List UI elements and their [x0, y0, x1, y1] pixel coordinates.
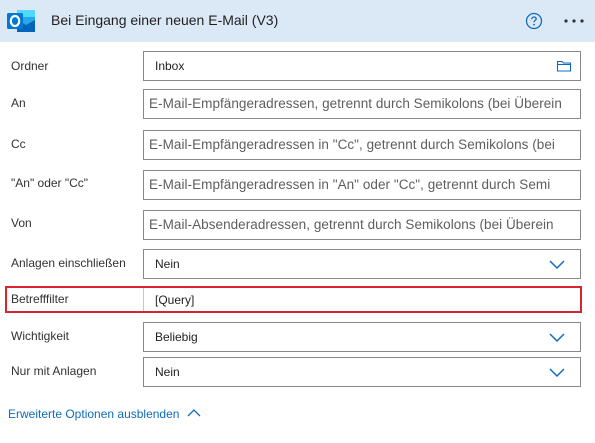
include-attachments-dropdown[interactable]: Nein: [143, 249, 581, 279]
cc-field[interactable]: E-Mail-Empfängeradressen in "Cc", getren…: [143, 130, 581, 160]
cc-placeholder: E-Mail-Empfängeradressen in "Cc", getren…: [149, 137, 555, 152]
hide-advanced-options-link[interactable]: Erweiterte Optionen ausblenden: [8, 407, 179, 421]
header-title: Bei Eingang einer neuen E-Mail (V3): [51, 12, 279, 28]
chevron-down-icon: [549, 333, 565, 343]
to-placeholder: E-Mail-Empfängeradressen, getrennt durch…: [149, 96, 562, 111]
folder-field[interactable]: Inbox: [143, 51, 581, 81]
chevron-up-icon[interactable]: [187, 408, 201, 418]
to-field[interactable]: E-Mail-Empfängeradressen, getrennt durch…: [143, 89, 581, 119]
include-attachments-value: Nein: [155, 257, 180, 271]
chevron-down-icon: [549, 368, 565, 378]
label-only-with-attachments: Nur mit Anlagen: [11, 364, 97, 378]
folder-icon[interactable]: [556, 58, 572, 74]
to-or-cc-field[interactable]: E-Mail-Empfängeradressen in "An" oder "C…: [143, 170, 581, 200]
chevron-down-icon: [549, 260, 565, 270]
card-header[interactable]: Bei Eingang einer neuen E-Mail (V3): [0, 0, 595, 42]
outlook-logo: [7, 10, 35, 32]
only-with-attachments-dropdown[interactable]: Nein: [143, 357, 581, 387]
only-with-attachments-value: Nein: [155, 365, 180, 379]
label-importance: Wichtigkeit: [11, 329, 70, 343]
label-an: An: [11, 96, 26, 110]
subject-filter-field[interactable]: [Query]: [143, 286, 581, 313]
subject-filter-value: [Query]: [155, 293, 195, 307]
from-field[interactable]: E-Mail-Absenderadressen, getrennt durch …: [143, 210, 581, 240]
importance-dropdown[interactable]: Beliebig: [143, 322, 581, 352]
to-or-cc-placeholder: E-Mail-Empfängeradressen in "An" oder "C…: [149, 177, 551, 192]
label-subject-filter: Betrefffilter: [11, 292, 69, 306]
label-ordner: Ordner: [11, 59, 49, 73]
importance-value: Beliebig: [155, 330, 198, 344]
more-icon[interactable]: [562, 13, 586, 29]
from-placeholder: E-Mail-Absenderadressen, getrennt durch …: [149, 217, 554, 232]
folder-value: Inbox: [155, 59, 185, 73]
help-icon[interactable]: [525, 12, 543, 30]
label-to-or-cc: "An" oder "Cc": [11, 176, 89, 190]
label-include-attachments: Anlagen einschließen: [11, 256, 126, 270]
label-cc: Cc: [11, 137, 26, 151]
label-von: Von: [11, 216, 32, 230]
